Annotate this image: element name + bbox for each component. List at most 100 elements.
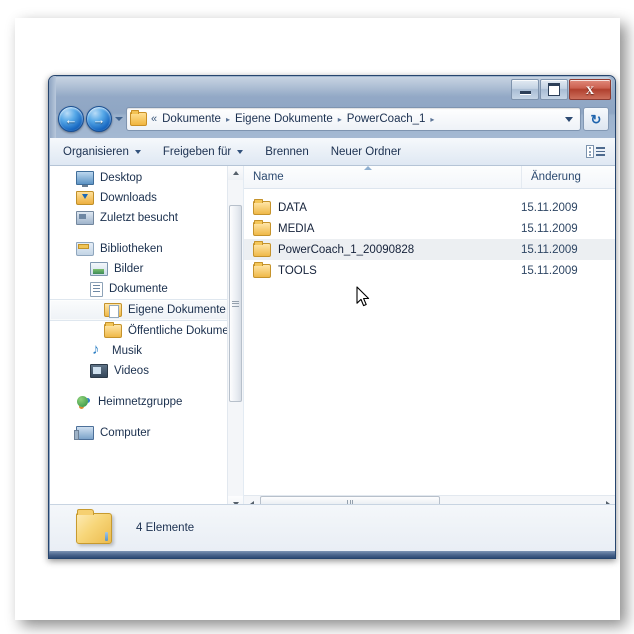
column-header-aenderung[interactable]: Änderung [521,165,615,188]
breadcrumb-item-1[interactable]: Eigene Dokumente [235,113,333,125]
toolbar-item-organisieren[interactable]: Organisieren [54,143,150,161]
minimize-button[interactable] [511,79,539,100]
table-row[interactable]: MEDIA 15.11.2009 [244,218,615,239]
file-name-cell: MEDIA [244,219,521,236]
sidebar-item-zuletzt-besucht[interactable]: Zuletzt besucht [50,208,228,228]
scroll-up-button[interactable] [228,165,243,180]
file-name-label: PowerCoach_1_20090828 [278,243,415,256]
sidebar-item-label: Bibliotheken [100,243,163,255]
forward-button[interactable]: → [86,106,112,132]
breadcrumb-separator-icon[interactable]: ▸ [430,115,434,124]
folder-icon [130,110,147,126]
public-documents-icon [104,322,122,338]
navigation-pane: Desktop Downloads Zuletzt besucht Biblio… [50,165,244,511]
history-dropdown-button[interactable] [112,117,125,121]
column-header-row: Name Änderung [244,165,615,189]
folder-icon [76,508,112,544]
table-row[interactable]: TOOLS 15.11.2009 [244,260,615,281]
maximize-icon [548,83,560,96]
close-icon: X [585,82,595,97]
sidebar-item-label: Videos [114,365,149,377]
sidebar-item-dokumente[interactable]: Dokumente [50,279,228,299]
status-text: 4 Elemente [136,522,195,534]
sort-ascending-icon [364,166,372,170]
sidebar-item-heimnetzgruppe[interactable]: Heimnetzgruppe [50,392,228,412]
close-button[interactable]: X [569,79,611,100]
navigation-scrollbar[interactable] [227,165,243,511]
sidebar-item-eigene-dokumente[interactable]: Eigene Dokumente [50,299,228,321]
toolbar-label: Brennen [265,145,309,158]
sidebar-item-oeffentliche-dokumente[interactable]: Öffentliche Dokumen [50,321,228,341]
sidebar-item-label: Computer [100,427,151,439]
back-arrow-icon: ← [64,111,78,127]
address-bar[interactable]: « Dokumente ▸ Eigene Dokumente ▸ PowerCo… [126,107,581,131]
toolbar-item-neuer-ordner[interactable]: Neuer Ordner [322,143,410,161]
navigation-tree: Desktop Downloads Zuletzt besucht Biblio… [50,165,228,511]
folder-icon [253,240,271,257]
address-dropdown-button[interactable] [561,116,580,122]
view-list-icon [586,145,605,158]
sidebar-item-computer[interactable]: Computer [50,423,228,443]
breadcrumb-overflow-icon[interactable]: « [151,113,157,125]
back-button[interactable]: ← [58,106,84,132]
pictures-icon [90,262,108,276]
table-row[interactable]: PowerCoach_1_20090828 15.11.2009 [244,239,615,260]
maximize-button[interactable] [540,79,568,100]
sidebar-item-label: Musik [112,345,143,357]
folder-icon [253,219,271,236]
table-row[interactable]: DATA 15.11.2009 [244,197,615,218]
sidebar-item-downloads[interactable]: Downloads [50,188,228,208]
sidebar-item-bilder[interactable]: Bilder [50,259,228,279]
toolbar-item-freigeben-fuer[interactable]: Freigeben für [154,143,252,161]
file-date-cell: 15.11.2009 [521,264,578,277]
folder-icon [253,198,271,215]
folder-icon [253,261,271,278]
chevron-down-icon [114,117,123,121]
sidebar-item-label: Zuletzt besucht [100,212,178,224]
monitor-icon [76,171,94,187]
sidebar-item-desktop[interactable]: Desktop [50,168,228,188]
breadcrumb-separator-icon[interactable]: ▸ [338,115,342,124]
file-date-cell: 15.11.2009 [521,222,578,235]
breadcrumb-item-0[interactable]: Dokumente [162,113,221,125]
file-name-label: TOOLS [278,264,317,277]
breadcrumb-separator-icon[interactable]: ▸ [226,115,230,124]
file-name-label: MEDIA [278,222,315,235]
my-documents-icon [104,303,122,318]
homegroup-icon [76,395,92,409]
toolbar-label: Freigeben für [162,145,232,158]
page-sheet: X ← → « Dokumente ▸ Eigene Dokumente ▸ P… [15,18,620,620]
videos-icon [90,364,108,378]
sidebar-item-label: Desktop [100,172,143,184]
file-rows: DATA 15.11.2009 MEDIA 15.11.2009 PowerCo… [244,189,615,281]
sidebar-item-label: Dokumente [109,283,168,295]
recent-places-icon [76,211,94,225]
sidebar-item-videos[interactable]: Videos [50,361,228,381]
file-name-cell: TOOLS [244,261,521,278]
computer-icon [74,426,94,440]
column-header-name[interactable]: Name [244,165,521,188]
sidebar-item-musik[interactable]: Musik [50,341,228,361]
sidebar-item-label: Eigene Dokumente [128,304,226,316]
toolbar-label: Organisieren [63,145,129,158]
libraries-icon [76,242,94,256]
toolbar-label: Neuer Ordner [330,145,402,158]
downloads-folder-icon [76,191,94,205]
file-date-cell: 15.11.2009 [521,201,578,214]
sidebar-item-label: Heimnetzgruppe [98,396,183,408]
breadcrumb-item-2[interactable]: PowerCoach_1 [347,113,426,125]
column-label: Name [253,170,284,183]
explorer-window: X ← → « Dokumente ▸ Eigene Dokumente ▸ P… [48,75,616,559]
refresh-button[interactable]: ↻ [583,107,609,131]
toolbar-item-brennen[interactable]: Brennen [256,143,317,161]
file-name-label: DATA [278,201,307,214]
column-label: Änderung [531,170,581,183]
sidebar-item-label: Bilder [114,263,144,275]
scrollbar-thumb[interactable] [229,205,242,402]
sidebar-item-bibliotheken[interactable]: Bibliotheken [50,239,228,259]
chevron-down-icon [237,149,244,154]
music-icon [90,341,106,358]
change-view-button[interactable] [581,143,610,160]
